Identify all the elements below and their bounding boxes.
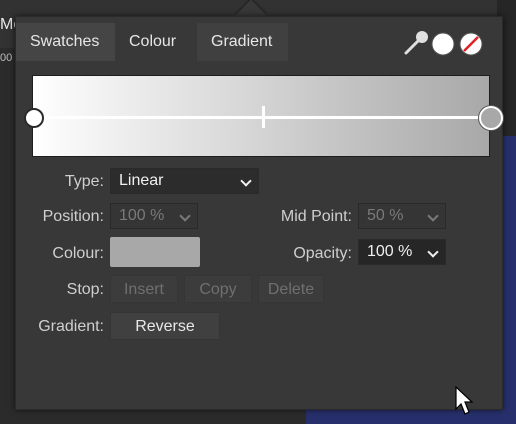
chevron-down-icon <box>240 175 252 187</box>
opacity-dropdown[interactable]: 100 % <box>358 239 446 265</box>
stop-label: Stop: <box>66 281 104 298</box>
insert-stop-button[interactable]: Insert <box>110 275 178 303</box>
opacity-label: Opacity: <box>293 245 352 262</box>
midpoint-label: Mid Point: <box>280 208 352 225</box>
midpoint-value: 50 % <box>367 207 404 224</box>
copy-stop-button[interactable]: Copy <box>184 275 252 303</box>
gradient-stop-end[interactable] <box>479 106 503 130</box>
tab-colour[interactable]: Colour <box>115 23 197 61</box>
position-label: Position: <box>42 208 104 225</box>
mouse-pointer-icon <box>455 385 475 420</box>
type-dropdown[interactable]: Linear <box>110 168 259 194</box>
tab-gradient[interactable]: Gradient <box>197 23 288 61</box>
gradient-preview-bar[interactable] <box>32 75 490 157</box>
gradient-label: Gradient: <box>38 318 104 335</box>
position-value: 100 % <box>119 207 165 224</box>
eyedropper-icon[interactable] <box>402 29 430 61</box>
midpoint-dropdown[interactable]: 50 % <box>358 203 446 229</box>
colour-swatch[interactable] <box>110 237 200 267</box>
chevron-down-icon <box>427 246 439 258</box>
ruler-label: 00 <box>0 52 13 64</box>
reverse-gradient-button[interactable]: Reverse <box>110 312 220 340</box>
canvas-area-bottom <box>306 408 516 424</box>
chevron-down-icon <box>179 210 191 222</box>
chevron-down-icon <box>427 210 439 222</box>
white-fill-icon[interactable] <box>431 32 455 60</box>
opacity-value: 100 % <box>367 243 413 260</box>
tab-swatches[interactable]: Swatches <box>16 23 115 61</box>
delete-stop-button[interactable]: Delete <box>258 275 324 303</box>
gradient-panel: Swatches Colour Gradient Type: Linear Po… <box>15 16 503 410</box>
midpoint-marker[interactable] <box>262 106 265 128</box>
type-label: Type: <box>64 173 104 190</box>
position-dropdown[interactable]: 100 % <box>110 203 198 229</box>
colour-label: Colour: <box>52 245 104 262</box>
type-value: Linear <box>119 172 164 189</box>
gradient-stop-start[interactable] <box>24 108 44 128</box>
no-fill-icon[interactable] <box>459 32 483 60</box>
